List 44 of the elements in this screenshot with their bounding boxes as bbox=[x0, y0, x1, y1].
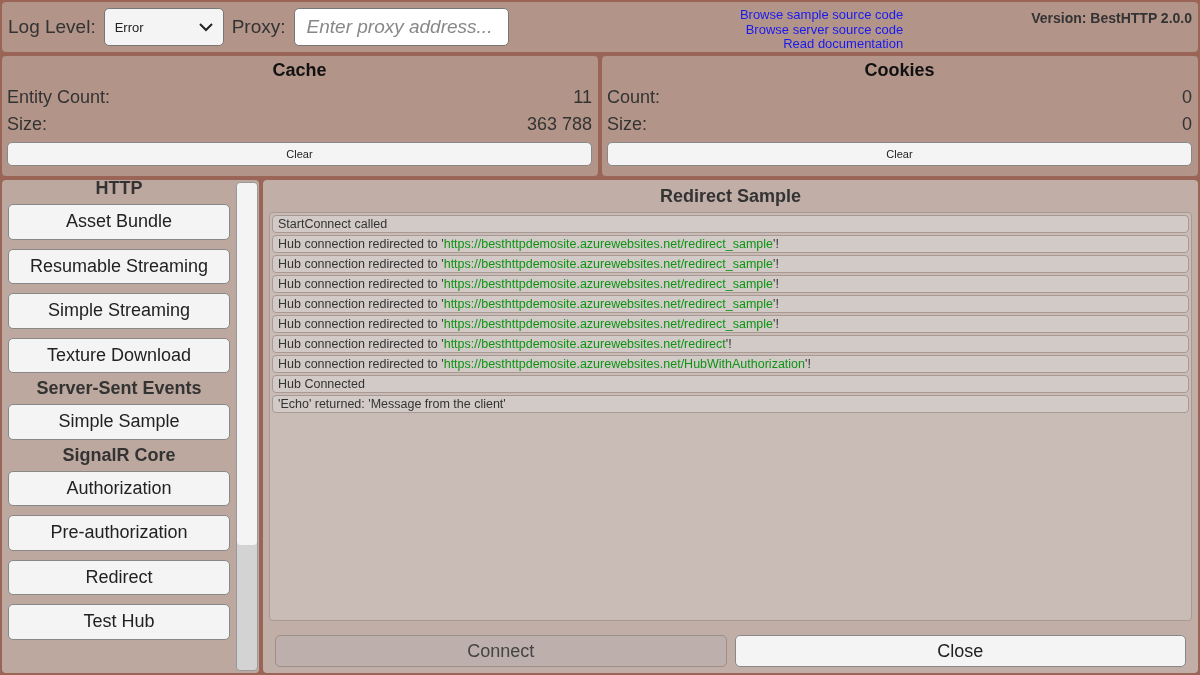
log-level-label: Log Level: bbox=[8, 16, 96, 38]
panel-title: Cookies bbox=[863, 60, 936, 82]
sample-button[interactable]: Pre-authorization bbox=[8, 515, 230, 551]
log-entry: Hub connection redirected to 'https://besthttpdemosite.azurewebsites.net/redirect_sample'! bbox=[272, 255, 1189, 273]
sample-button[interactable]: Test Hub bbox=[8, 604, 230, 640]
panel-title: Cache bbox=[271, 60, 328, 82]
log-entry: StartConnect called bbox=[272, 215, 1189, 233]
log-entry: Hub connection redirected to 'https://besthttpdemosite.azurewebsites.net/redirect_sample'! bbox=[272, 295, 1189, 313]
section-title: SignalR Core bbox=[61, 444, 177, 466]
log-entry: Hub connection redirected to 'https://besthttpdemosite.azurewebsites.net/HubWithAuthorization'! bbox=[272, 355, 1189, 373]
sample-button[interactable]: Simple Sample bbox=[8, 404, 230, 440]
log-entry: Hub connection redirected to 'https://besthttpdemosite.azurewebsites.net/redirect_sample'! bbox=[272, 315, 1189, 333]
proxy-label: Proxy: bbox=[231, 16, 286, 38]
stat-value: 363 788 bbox=[526, 114, 592, 135]
section-title: HTTP bbox=[94, 178, 144, 199]
stat-value: 11 bbox=[573, 87, 592, 108]
clear-button[interactable]: Clear bbox=[7, 142, 592, 166]
section-title: Server-Sent Events bbox=[35, 378, 203, 399]
log-entry: Hub connection redirected to 'https://besthttpdemosite.azurewebsites.net/redirect_sample'! bbox=[272, 235, 1189, 253]
log-entry: Hub connection redirected to 'https://besthttpdemosite.azurewebsites.net/redirect'! bbox=[272, 335, 1189, 353]
sample-button[interactable]: Simple Streaming bbox=[8, 293, 230, 329]
log-level-dropdown[interactable]: Error bbox=[103, 8, 224, 46]
sample-button[interactable]: Redirect bbox=[8, 559, 230, 595]
stat-label: Size: bbox=[607, 114, 648, 135]
scrollbar-thumb[interactable] bbox=[237, 183, 257, 545]
sample-title: Redirect Sample bbox=[658, 185, 803, 208]
log-entry: Hub Connected bbox=[272, 375, 1189, 393]
clear-button[interactable]: Clear bbox=[607, 142, 1192, 166]
sample-button[interactable]: Resumable Streaming bbox=[8, 248, 230, 284]
version-label: Version: BestHTTP 2.0.0 bbox=[1031, 9, 1192, 26]
stat-value: 0 bbox=[1182, 114, 1192, 135]
stat-label: Size: bbox=[7, 114, 48, 135]
action-button[interactable]: Close bbox=[734, 635, 1186, 667]
stat-label: Count: bbox=[607, 87, 661, 108]
stat-label: Entity Count: bbox=[7, 87, 111, 108]
scrollbar[interactable] bbox=[236, 182, 258, 671]
log-entry: 'Echo' returned: 'Message from the client' bbox=[272, 395, 1189, 413]
chevron-down-icon bbox=[198, 22, 213, 32]
stat-value: 0 bbox=[1182, 87, 1192, 108]
proxy-field[interactable]: Enter proxy address... bbox=[293, 8, 509, 46]
sample-button[interactable]: Texture Download bbox=[8, 337, 230, 373]
sample-button[interactable]: Asset Bundle bbox=[8, 204, 230, 240]
sample-button[interactable]: Authorization bbox=[8, 470, 230, 506]
log-entry: Hub connection redirected to 'https://besthttpdemosite.azurewebsites.net/redirect_sample'! bbox=[272, 275, 1189, 293]
